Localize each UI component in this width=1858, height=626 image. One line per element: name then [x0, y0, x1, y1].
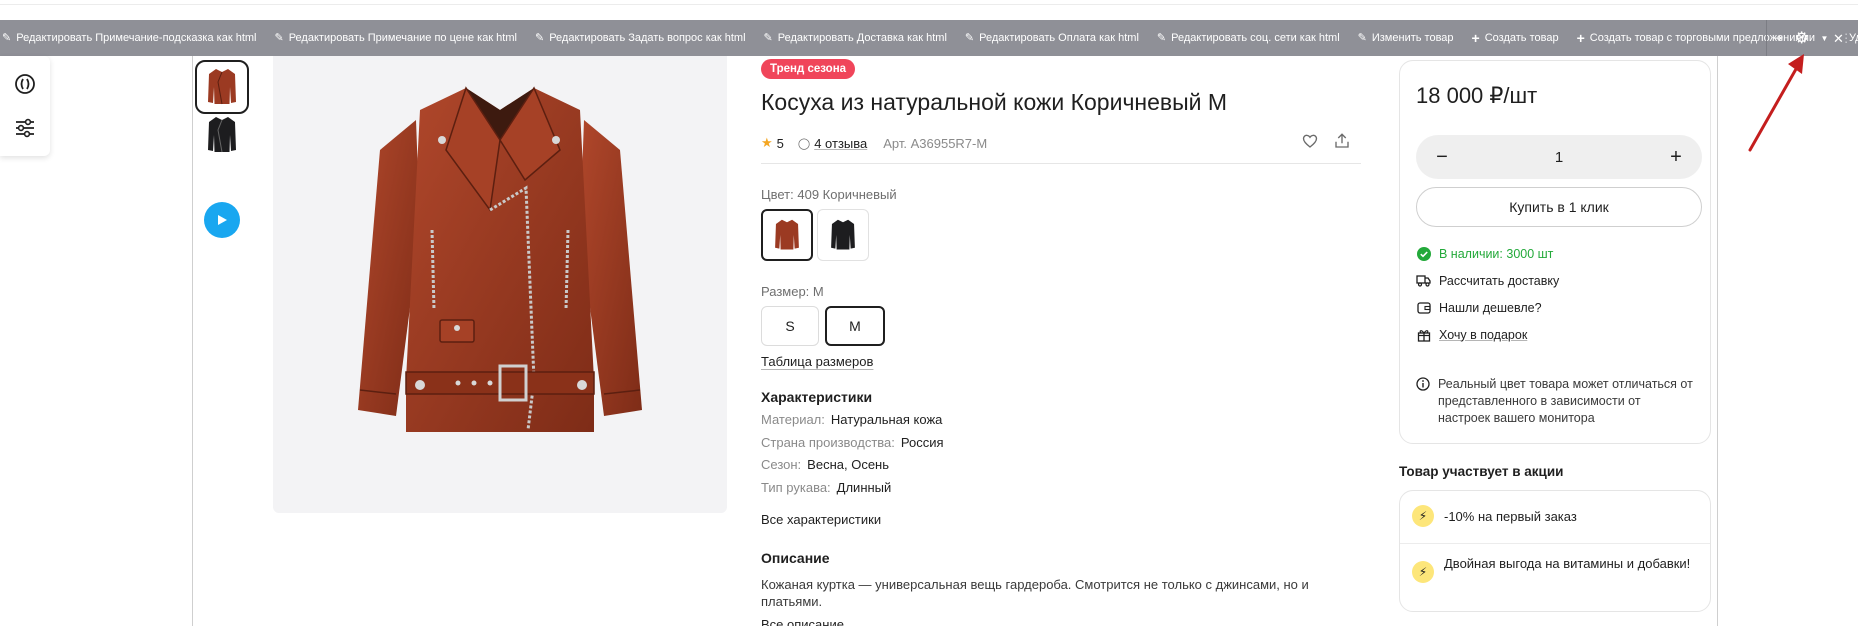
thumbnail-black[interactable] — [195, 108, 249, 162]
buy-one-click-button[interactable]: Купить в 1 клик — [1416, 187, 1702, 227]
info-divider — [761, 163, 1361, 164]
price: 18 000 ₽/шт — [1416, 83, 1538, 108]
admin-create-product-button[interactable]: + Создать товар — [1472, 31, 1559, 45]
admin-toolbar: ✎ Редактировать Примечание-подсказка как … — [0, 20, 1858, 56]
rating-value: 5 — [776, 135, 784, 151]
all-characteristics-link[interactable]: Все характеристики — [761, 512, 881, 527]
admin-edit-price-note-button[interactable]: ✎ Редактировать Примечание по цене как ht… — [274, 32, 516, 44]
gift-link[interactable]: Хочу в подарок — [1416, 327, 1527, 342]
reviews-link[interactable]: 4 отзыва — [814, 136, 867, 151]
product-title: Косуха из натуральной кожи Коричневый M — [761, 89, 1228, 115]
characteristic-row: Тип рукава: Длинный — [761, 479, 892, 495]
admin-edit-social-button[interactable]: ✎ Редактировать соц. сети как html — [1157, 32, 1340, 44]
play-icon — [218, 215, 227, 225]
color-option-black[interactable] — [817, 209, 869, 261]
color-options — [761, 209, 869, 261]
stock-status: В наличии: 3000 шт — [1416, 246, 1553, 261]
size-options: S M — [761, 306, 885, 346]
decrease-quantity-button[interactable]: − — [1432, 146, 1452, 169]
size-label: Размер: M — [761, 284, 824, 299]
pencil-icon: ✎ — [2, 31, 12, 44]
pencil-icon: ✎ — [534, 31, 545, 44]
characteristics-title: Характеристики — [761, 389, 873, 405]
admin-edit-question-button[interactable]: ✎ Редактировать Задать вопрос как html — [535, 32, 746, 44]
pencil-icon: ✎ — [1156, 31, 1167, 44]
delivery-calc-link[interactable]: Рассчитать доставку — [1416, 273, 1559, 288]
truck-icon — [1416, 273, 1431, 288]
buy-box: 18 000 ₽/шт − 1 + Купить в 1 клик В нали… — [1399, 60, 1711, 444]
size-option-m[interactable]: M — [825, 306, 885, 346]
color-label: Цвет: 409 Коричневый — [761, 187, 897, 202]
comment-icon: ◯ — [797, 137, 811, 150]
pencil-icon: ✎ — [274, 31, 284, 44]
jacket-black-thumbnail — [208, 117, 236, 153]
pencil-icon: ✎ — [1357, 31, 1367, 44]
pencil-icon: ✎ — [964, 31, 975, 44]
page: ✎ Редактировать Примечание-подсказка как … — [0, 0, 1858, 626]
lightning-icon: ⚡ — [1412, 561, 1434, 583]
filter-settings-button[interactable] — [12, 115, 38, 141]
description-title: Описание — [761, 550, 830, 566]
share-icon[interactable] — [1333, 132, 1351, 150]
quantity-value[interactable]: 1 — [1555, 149, 1563, 166]
product-meta: ★ 5 ◯ 4 отзыва Арт. A36955R7-M — [761, 132, 1361, 154]
all-description-link[interactable]: Все описание — [761, 617, 844, 626]
star-icon: ★ — [761, 135, 773, 150]
left-floating-widget — [0, 56, 50, 156]
chevron-down-icon[interactable]: ▼ — [1821, 34, 1829, 43]
jacket-brown-thumbnail — [208, 69, 236, 105]
video-play-button[interactable] — [204, 202, 240, 238]
top-divider — [0, 4, 1858, 5]
plus-icon: + — [1576, 30, 1585, 46]
jacket-black-swatch — [831, 219, 855, 250]
color-option-brown[interactable] — [761, 209, 813, 261]
product-actions — [1301, 132, 1351, 150]
check-circle-icon — [1416, 246, 1431, 261]
jacket-brown-swatch — [775, 219, 799, 250]
promo-item[interactable]: ⚡ -10% на первый заказ — [1412, 505, 1577, 527]
admin-edit-hint-button[interactable]: ✎ Редактировать Примечание-подсказка как … — [2, 32, 256, 44]
sliders-icon — [16, 118, 34, 138]
trend-badge: Тренд сезона — [761, 59, 856, 79]
promo-title: Товар участвует в акции — [1399, 464, 1564, 479]
characteristic-row: Страна производства: Россия — [761, 434, 944, 450]
promo-box: ⚡ -10% на первый заказ ⚡ Двойная выгода … — [1399, 490, 1711, 612]
promo-item[interactable]: ⚡ Двойная выгода на витамины и добавки! — [1412, 555, 1692, 583]
drag-handle-icon[interactable]: ⋮ — [1840, 31, 1852, 45]
pin-icon[interactable]: ⇥ — [1773, 31, 1783, 45]
info-icon — [1416, 377, 1430, 427]
admin-edit-delivery-button[interactable]: ✎ Редактировать Доставка как html — [764, 32, 947, 44]
admin-edit-product-button[interactable]: ✎ Изменить товар — [1358, 32, 1454, 44]
gift-icon — [1416, 327, 1431, 342]
leather-jacket-image — [358, 85, 642, 432]
red-arrow-annotation — [1748, 54, 1804, 152]
wallet-icon — [1416, 300, 1431, 315]
characteristic-row: Материал: Натуральная кожа — [761, 412, 943, 427]
lightning-icon: ⚡ — [1412, 505, 1434, 527]
characteristics-list: Материал: Натуральная кожа Страна произво… — [761, 412, 944, 502]
color-disclaimer: Реальный цвет товара может отличаться от… — [1416, 376, 1696, 427]
sku-text: Арт. A36955R7-M — [883, 135, 988, 151]
compare-button[interactable] — [12, 71, 38, 97]
thumbnail-brown[interactable] — [195, 60, 249, 114]
main-product-image[interactable] — [273, 56, 727, 513]
size-option-s[interactable]: S — [761, 306, 819, 346]
pencil-icon: ✎ — [763, 31, 773, 44]
product-card: Тренд сезона Косуха из натуральной кожи … — [192, 56, 1718, 626]
heart-icon[interactable] — [1301, 132, 1319, 150]
description-text: Кожаная куртка — универсальная вещь гард… — [761, 577, 1309, 609]
size-table-link[interactable]: Таблица размеров — [761, 354, 873, 369]
increase-quantity-button[interactable]: + — [1666, 146, 1686, 169]
admin-edit-payment-button[interactable]: ✎ Редактировать Оплата как html — [965, 32, 1139, 44]
characteristic-row: Сезон: Весна, Осень — [761, 457, 889, 472]
compare-icon — [15, 74, 35, 94]
plus-icon: + — [1471, 30, 1480, 46]
quantity-stepper: − 1 + — [1416, 135, 1702, 179]
found-cheaper-link[interactable]: Нашли дешевле? — [1416, 300, 1542, 315]
gear-icon[interactable]: ⚙ — [1795, 28, 1809, 48]
promo-divider — [1400, 543, 1710, 544]
